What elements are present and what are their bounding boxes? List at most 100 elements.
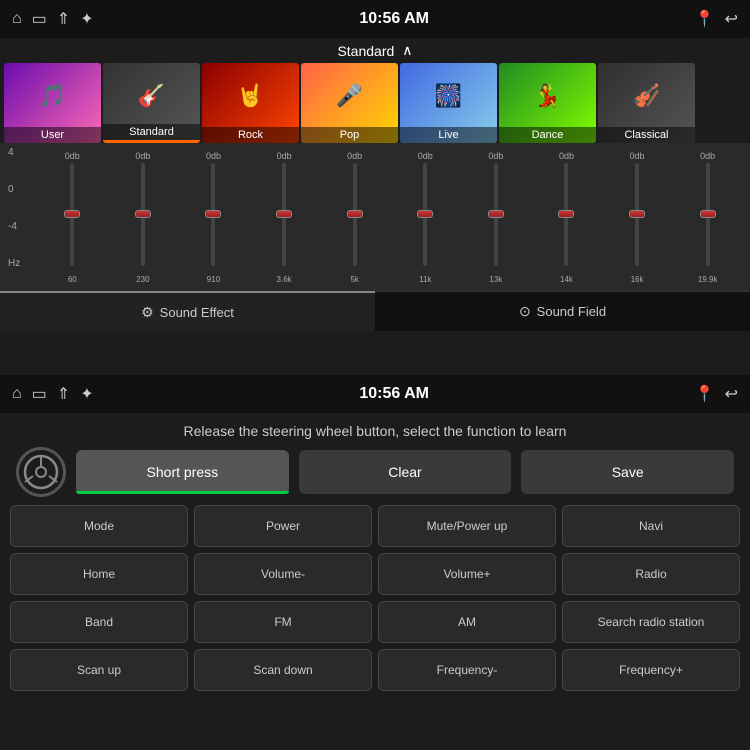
genre-name-rock: Rock [202,127,299,143]
home-icon[interactable]: ⌂ [12,10,22,28]
preset-bar[interactable]: Standard ∧ [0,38,750,63]
eq-slider-handle-0[interactable] [64,210,80,218]
eq-slider-handle-8[interactable] [629,210,645,218]
genre-item-classical[interactable]: 🎻 Classical [598,63,695,143]
eq-label-neg4: -4 [8,221,34,232]
bottom-clock: 10:56 AM [359,385,429,403]
genre-name-live: Live [400,127,497,143]
eq-slider-handle-6[interactable] [488,210,504,218]
genre-thumb-user: 🎵 [4,63,101,128]
eq-slider-track-9[interactable] [706,163,710,266]
bottom-window-icon[interactable]: ▭ [32,384,47,404]
func-btn-scan-up[interactable]: Scan up [10,649,188,691]
bottom-status-bar: ⌂ ▭ ⇑ ✦ 10:56 AM 📍 ↩ [0,375,750,413]
eq-db-7: 0db [559,151,574,161]
genre-item-standard[interactable]: 🎸 Standard [103,63,200,143]
top-clock: 10:56 AM [359,10,429,28]
up-icon[interactable]: ⇑ [57,9,70,29]
bottom-back-icon[interactable]: ↩ [725,384,738,404]
usb-icon: ✦ [80,9,93,29]
eq-channel-11k[interactable]: 0db 11k [391,151,460,266]
eq-db-0: 0db [65,151,80,161]
clear-button[interactable]: Clear [299,450,512,494]
sound-effect-icon: ⚙ [141,304,154,321]
func-btn-home[interactable]: Home [10,553,188,595]
tab-sound-effect-label: Sound Effect [160,305,234,320]
eq-freq-8: 16k [631,275,644,284]
genre-thumb-rock: 🤘 [202,63,299,128]
eq-slider-track-3[interactable] [282,163,286,266]
eq-slider-track-7[interactable] [564,163,568,266]
func-btn-volume-minus[interactable]: Volume- [194,553,372,595]
eq-slider-handle-4[interactable] [347,210,363,218]
eq-slider-handle-3[interactable] [276,210,292,218]
genre-name-user: User [4,127,101,143]
bottom-location-icon[interactable]: 📍 [695,384,715,404]
func-btn-am[interactable]: AM [378,601,556,643]
func-btn-power[interactable]: Power [194,505,372,547]
save-button[interactable]: Save [521,450,734,494]
sound-field-icon: ⊙ [519,303,531,320]
tab-sound-field[interactable]: ⊙ Sound Field [375,291,750,331]
eq-channel-13k[interactable]: 0db 13k [462,151,531,266]
location-icon[interactable]: 📍 [695,9,715,29]
eq-channel-14k[interactable]: 0db 14k [532,151,601,266]
eq-slider-track-0[interactable] [70,163,74,266]
eq-slider-track-1[interactable] [141,163,145,266]
func-btn-band[interactable]: Band [10,601,188,643]
eq-slider-track-4[interactable] [353,163,357,266]
genre-item-user[interactable]: 🎵 User [4,63,101,143]
eq-slider-handle-9[interactable] [700,210,716,218]
eq-slider-handle-5[interactable] [417,210,433,218]
func-btn-mute-power-up[interactable]: Mute/Power up [378,505,556,547]
eq-channel-230[interactable]: 0db 230 [109,151,178,266]
genre-item-pop[interactable]: 🎤 Pop [301,63,398,143]
eq-tabs: ⚙ Sound Effect ⊙ Sound Field [0,291,750,331]
func-btn-radio[interactable]: Radio [562,553,740,595]
steering-wheel-svg [23,454,59,490]
tab-sound-effect[interactable]: ⚙ Sound Effect [0,291,375,331]
eq-slider-handle-1[interactable] [135,210,151,218]
eq-slider-track-5[interactable] [423,163,427,266]
bottom-status-icons-right: 📍 ↩ [695,384,738,404]
genre-thumb-pop: 🎤 [301,63,398,128]
eq-channel-3.6k[interactable]: 0db 3.6k [250,151,319,266]
genre-item-live[interactable]: 🎆 Live [400,63,497,143]
func-btn-navi[interactable]: Navi [562,505,740,547]
top-status-bar: ⌂ ▭ ⇑ ✦ 10:56 AM 📍 ↩ [0,0,750,38]
func-btn-search-radio[interactable]: Search radio station [562,601,740,643]
eq-label-0: 0 [8,184,34,195]
eq-channel-19.9k[interactable]: 0db 19.9k [673,151,742,266]
eq-freq-3: 3.6k [277,275,292,284]
bottom-up-icon[interactable]: ⇑ [57,384,70,404]
eq-slider-handle-2[interactable] [205,210,221,218]
eq-channel-16k[interactable]: 0db 16k [603,151,672,266]
eq-channel-910[interactable]: 0db 910 [179,151,248,266]
bottom-home-icon[interactable]: ⌂ [12,385,22,403]
genre-item-rock[interactable]: 🤘 Rock [202,63,299,143]
short-press-button[interactable]: Short press [76,450,289,494]
func-btn-frequency-plus[interactable]: Frequency+ [562,649,740,691]
eq-slider-track-6[interactable] [494,163,498,266]
genre-name-dance: Dance [499,127,596,143]
func-btn-scan-down[interactable]: Scan down [194,649,372,691]
func-btn-fm[interactable]: FM [194,601,372,643]
eq-channel-5k[interactable]: 0db 5k [320,151,389,266]
eq-db-8: 0db [630,151,645,161]
eq-freq-5: 11k [419,275,431,284]
func-btn-volume-plus[interactable]: Volume+ [378,553,556,595]
eq-label-4: 4 [8,147,34,158]
genre-row: 🎵 User 🎸 Standard 🤘 Rock 🎤 Pop 🎆 Live 💃 … [0,63,750,143]
genre-item-dance[interactable]: 💃 Dance [499,63,596,143]
bottom-status-icons-left: ⌂ ▭ ⇑ ✦ [12,384,94,404]
eq-slider-handle-7[interactable] [558,210,574,218]
eq-slider-track-8[interactable] [635,163,639,266]
func-btn-mode[interactable]: Mode [10,505,188,547]
eq-label-hz: Hz [8,258,34,269]
window-icon[interactable]: ▭ [32,9,47,29]
func-btn-frequency-minus[interactable]: Frequency- [378,649,556,691]
preset-chevron-icon[interactable]: ∧ [402,42,412,59]
back-icon[interactable]: ↩ [725,9,738,29]
eq-channel-60[interactable]: 0db 60 [38,151,107,266]
eq-slider-track-2[interactable] [211,163,215,266]
